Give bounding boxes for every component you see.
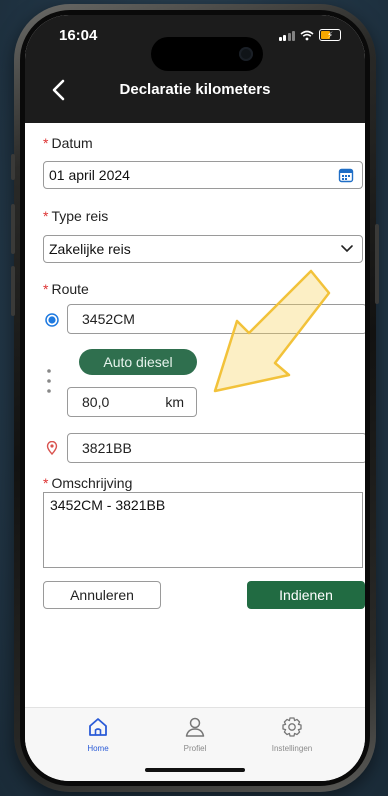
required-marker: * (43, 208, 49, 224)
signal-icon (278, 30, 295, 41)
trip-type-label-text: Type reis (51, 208, 109, 224)
date-label: * Datum (43, 135, 93, 151)
header-bar: 16:04 ⚡ Declaratie kilometers (25, 15, 365, 123)
submit-button[interactable]: Indienen (247, 581, 365, 609)
required-marker: * (43, 475, 49, 491)
wifi-icon (300, 30, 314, 40)
required-marker: * (43, 135, 49, 151)
date-label-text: Datum (51, 135, 93, 151)
volume-up-button (11, 204, 15, 254)
tab-home-label: Home (87, 744, 109, 753)
annotation-arrow-icon (213, 269, 331, 393)
description-label-text: Omschrijving (51, 475, 133, 491)
required-marker: * (43, 281, 49, 297)
phone-frame: 16:04 ⚡ Declaratie kilometers * Datum 01… (11, 4, 379, 792)
dynamic-island (151, 37, 263, 71)
route-label-text: Route (51, 281, 89, 297)
trip-type-label: * Type reis (43, 208, 108, 224)
home-icon (89, 718, 107, 736)
distance-value: 80,0 (82, 394, 110, 410)
description-value: 3452CM - 3821BB (50, 497, 166, 513)
origin-value: 3452CM (82, 311, 135, 327)
battery-icon: ⚡ (319, 29, 341, 41)
tab-profile[interactable]: Profiel (150, 716, 240, 753)
vehicle-type-chip[interactable]: Auto diesel (79, 349, 197, 375)
date-field[interactable]: 01 april 2024 (43, 161, 363, 189)
power-button (375, 224, 379, 304)
tab-settings[interactable]: Instellingen (247, 716, 337, 753)
volume-down-button (11, 266, 15, 316)
route-label: * Route (43, 281, 89, 297)
destination-postcode-input[interactable]: 3821BB (67, 433, 365, 463)
tab-home[interactable]: Home (53, 716, 143, 753)
distance-unit: km (165, 394, 184, 410)
status-icons: ⚡ (278, 29, 341, 41)
radio-origin-icon[interactable] (45, 313, 59, 327)
destination-value: 3821BB (82, 440, 132, 456)
status-time: 16:04 (59, 27, 98, 44)
route-dots-icon (47, 369, 51, 393)
date-value: 01 april 2024 (49, 167, 130, 183)
description-textarea[interactable]: 3452CM - 3821BB (43, 492, 363, 568)
action-button (11, 154, 15, 180)
page-title: Declaratie kilometers (119, 81, 271, 98)
trip-type-value: Zakelijke reis (49, 241, 131, 257)
gear-icon (282, 717, 302, 737)
camera-icon (239, 47, 253, 61)
person-icon (185, 717, 205, 737)
distance-input[interactable]: 80,0 km (67, 387, 197, 417)
location-pin-icon (46, 441, 58, 455)
chevron-down-icon (341, 245, 353, 253)
screen: 16:04 ⚡ Declaratie kilometers * Datum 01… (25, 15, 365, 781)
home-indicator (145, 768, 245, 772)
calendar-icon[interactable] (338, 167, 354, 183)
trip-type-select[interactable]: Zakelijke reis (43, 235, 363, 263)
tab-settings-label: Instellingen (271, 744, 313, 753)
tab-profile-label: Profiel (183, 744, 207, 753)
cancel-button[interactable]: Annuleren (43, 581, 161, 609)
description-label: * Omschrijving (43, 475, 132, 491)
